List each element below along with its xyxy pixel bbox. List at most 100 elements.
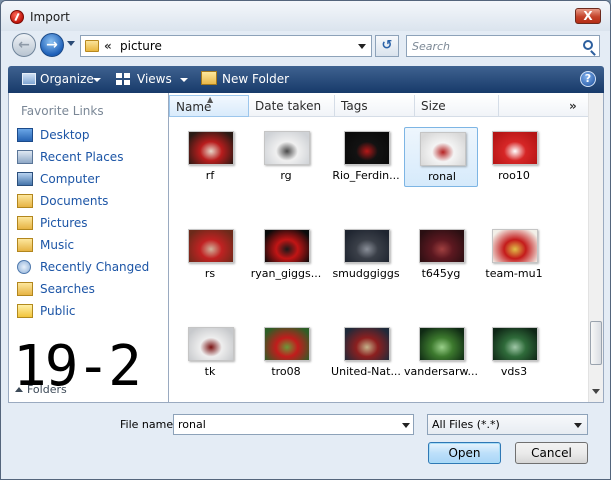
column-header-name[interactable]: ▲ Name — [169, 95, 249, 117]
address-bar[interactable]: « picture — [80, 35, 372, 57]
breadcrumb-folder[interactable]: picture — [120, 39, 162, 53]
image-thumbnail — [344, 327, 390, 361]
nav-item-documents[interactable]: Documents — [15, 192, 165, 212]
file-tile-label: vandersarw... — [404, 365, 478, 378]
file-tile-label: smudggiggs — [332, 267, 400, 280]
file-type-select[interactable]: All Files (*.*) — [427, 414, 588, 435]
search-icon[interactable] — [583, 40, 593, 50]
views-icon — [115, 72, 131, 86]
file-tile[interactable]: smudggiggs — [329, 225, 403, 285]
file-tile-label: United-Nat... — [331, 365, 401, 378]
image-thumbnail — [492, 229, 538, 263]
nav-item-searches[interactable]: Searches — [15, 280, 165, 300]
public-icon — [17, 304, 33, 318]
file-tile[interactable]: t645yg — [404, 225, 478, 285]
nav-item-label: Documents — [40, 194, 109, 208]
image-thumbnail — [344, 229, 390, 263]
file-tile-label: rf — [205, 169, 215, 182]
scroll-down-icon[interactable] — [592, 389, 600, 394]
image-thumbnail — [188, 131, 234, 165]
address-dropdown-icon[interactable] — [358, 44, 366, 49]
file-name-dropdown-icon[interactable] — [402, 423, 410, 428]
back-arrow-icon: ← — [18, 37, 30, 53]
file-list[interactable]: ▲ Name Date taken Tags Size » rf rg Rio_Fe… — [168, 93, 604, 403]
new-folder-button[interactable]: New Folder — [222, 72, 289, 86]
file-tile[interactable]: rf — [173, 127, 247, 187]
file-tile[interactable]: Rio_Ferdin... — [329, 127, 403, 187]
organize-icon — [22, 73, 36, 85]
file-tile[interactable]: rs — [173, 225, 247, 285]
file-tile[interactable]: vandersarw... — [404, 323, 478, 383]
organize-button[interactable]: Organize — [40, 72, 94, 86]
help-icon[interactable]: ? — [580, 71, 596, 87]
image-thumbnail — [419, 229, 465, 263]
file-tile-label: rs — [204, 267, 216, 280]
file-tile[interactable]: tro08 — [249, 323, 323, 383]
nav-item-public[interactable]: Public — [15, 302, 165, 322]
open-button[interactable]: Open — [428, 442, 501, 464]
search-input[interactable]: Search — [406, 35, 600, 57]
vertical-scrollbar[interactable] — [588, 93, 603, 402]
desktop-icon — [17, 128, 33, 142]
nav-item-label: Pictures — [40, 216, 88, 230]
close-button[interactable]: X — [575, 8, 601, 24]
column-header-label: Date taken — [255, 99, 322, 113]
file-tile-label: roo10 — [498, 169, 530, 182]
column-header-size[interactable]: Size — [415, 95, 499, 117]
file-name-input[interactable] — [173, 414, 414, 435]
file-tile[interactable]: tk — [173, 323, 247, 383]
window-title: Import — [30, 10, 70, 24]
title-bar[interactable]: Import X — [1, 1, 610, 31]
column-header-label: Size — [421, 99, 446, 113]
computer-icon — [17, 172, 33, 186]
nav-item-music[interactable]: Music — [15, 236, 165, 256]
file-name-label: File name: — [120, 418, 177, 431]
nav-item-label: Recent Places — [40, 150, 124, 164]
recent-pages-dropdown-icon[interactable] — [67, 41, 75, 46]
breadcrumb-overflow[interactable]: « — [104, 39, 112, 53]
scroll-thumb[interactable] — [590, 321, 602, 365]
image-thumbnail — [420, 132, 466, 166]
views-button[interactable]: Views — [137, 72, 172, 86]
image-thumbnail — [188, 327, 234, 361]
file-type-value: All Files (*.*) — [432, 418, 500, 431]
chevron-down-icon[interactable] — [574, 423, 582, 428]
column-headers: ▲ Name Date taken Tags Size » — [169, 95, 589, 117]
nav-heading: Favorite Links — [21, 104, 104, 118]
image-thumbnail — [344, 131, 390, 165]
file-tile-label: tk — [204, 365, 216, 378]
more-columns-icon[interactable]: » — [569, 99, 577, 113]
refresh-button[interactable]: ↺ — [375, 35, 399, 57]
back-button[interactable]: ← — [12, 33, 36, 57]
command-bar: Organize Views New Folder ? — [8, 66, 604, 93]
column-header-date[interactable]: Date taken — [249, 95, 335, 117]
file-tile[interactable]: ryan_giggs... — [249, 225, 323, 285]
image-thumbnail — [188, 229, 234, 263]
forward-button[interactable]: → — [40, 33, 64, 57]
chevron-down-icon[interactable] — [180, 78, 188, 82]
column-header-tags[interactable]: Tags — [335, 95, 415, 117]
nav-item-computer[interactable]: Computer — [15, 170, 165, 190]
nav-item-label: Searches — [40, 282, 95, 296]
file-tile[interactable]: rg — [249, 127, 323, 187]
cancel-button[interactable]: Cancel — [515, 442, 588, 464]
pictures-icon — [17, 216, 33, 230]
import-dialog: Import X ← → « picture ↺ Search Organize… — [0, 0, 611, 480]
file-tile[interactable]: vds3 — [477, 323, 551, 383]
recently-changed-icon — [17, 260, 31, 274]
file-tile[interactable]: ronal — [404, 127, 478, 187]
file-tile[interactable]: team-mu1 — [477, 225, 551, 285]
file-tile-label: tro08 — [271, 365, 301, 378]
music-icon — [17, 238, 33, 252]
nav-item-desktop[interactable]: Desktop — [15, 126, 165, 146]
file-tile[interactable]: roo10 — [477, 127, 551, 187]
file-tile-label: ryan_giggs... — [250, 267, 322, 280]
chevron-down-icon[interactable] — [93, 78, 101, 82]
nav-item-recently-changed[interactable]: Recently Changed — [15, 258, 165, 278]
file-tile-label: t645yg — [421, 267, 461, 280]
nav-item-pictures[interactable]: Pictures — [15, 214, 165, 234]
image-thumbnail — [419, 327, 465, 361]
nav-item-recent-places[interactable]: Recent Places — [15, 148, 165, 168]
image-thumbnail — [492, 131, 538, 165]
file-tile[interactable]: United-Nat... — [329, 323, 403, 383]
